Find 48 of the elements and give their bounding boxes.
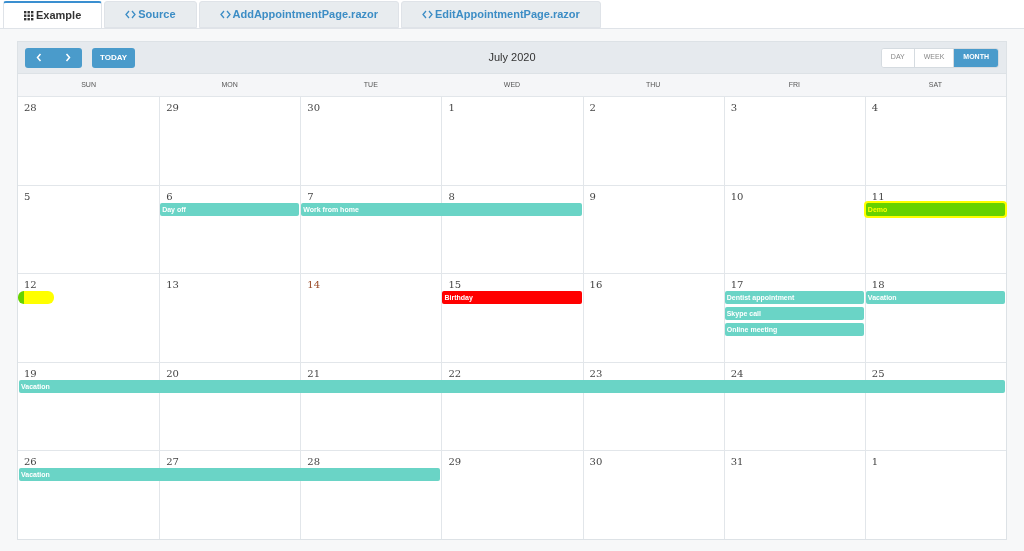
day-number: 4 (871, 102, 879, 113)
day-number: 6 (166, 190, 173, 202)
tab[interactable]: Example (3, 1, 103, 28)
code-icon (125, 10, 137, 19)
day-number: 2 (589, 102, 596, 113)
day-number: 22 (448, 367, 462, 379)
day-number: 19 (24, 367, 37, 379)
day-number: 18 (871, 279, 885, 291)
tab[interactable]: AddAppointmentPage.razor (198, 1, 399, 28)
day-number: 28 (307, 456, 320, 468)
day-number: 30 (307, 102, 320, 113)
day-number: 14 (307, 279, 320, 291)
day-number: 3 (730, 102, 738, 113)
day-number: 15 (448, 279, 462, 291)
highlighted-event[interactable] (18, 291, 54, 305)
day-number: 9 (589, 190, 596, 202)
day-number: 17 (730, 279, 744, 291)
day-number: 30 (589, 456, 603, 468)
day-number: 1 (448, 102, 455, 113)
day-number: 26 (24, 456, 37, 468)
chevron-left-icon (36, 53, 42, 62)
day-number: 31 (730, 456, 744, 468)
day-number: 11 (871, 190, 885, 202)
day-number: 23 (589, 367, 603, 379)
day-number: 7 (307, 190, 314, 202)
day-number: 29 (448, 456, 462, 468)
day-number: 27 (166, 456, 179, 468)
chevron-right-icon (64, 53, 71, 62)
code-icon (422, 10, 433, 19)
day-number: 5 (24, 190, 31, 202)
day-number: 1 (871, 456, 879, 468)
month-title: July 2020 (488, 50, 536, 66)
day-number: 25 (871, 367, 885, 379)
day-number: 10 (730, 190, 744, 202)
day-number: 24 (730, 367, 744, 379)
tab[interactable]: Source (104, 1, 197, 28)
today-button[interactable]: TODAY (92, 47, 136, 68)
day-number: 13 (166, 279, 179, 291)
day-number: 8 (448, 190, 455, 202)
code-icon (219, 10, 231, 19)
day-number: 21 (307, 367, 320, 379)
day-number: 29 (166, 102, 179, 113)
day-number: 16 (589, 279, 603, 291)
day-number: 20 (166, 367, 179, 379)
day-number: 28 (24, 102, 37, 113)
day-number: 12 (24, 279, 37, 291)
tab[interactable]: EditAppointmentPage.razor (401, 1, 601, 28)
grid-icon (24, 10, 34, 21)
